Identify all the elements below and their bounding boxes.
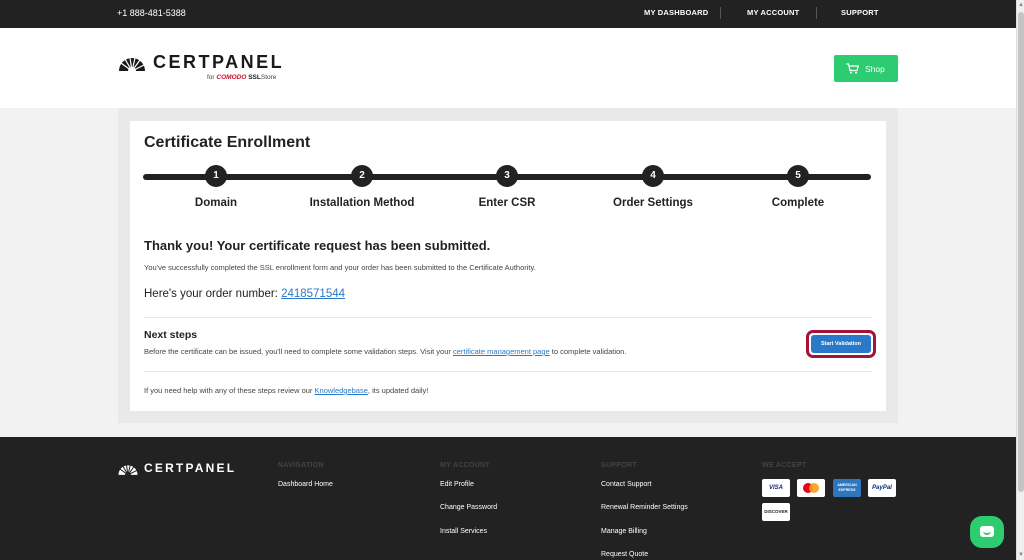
divider: [144, 317, 872, 318]
knowledgebase-link[interactable]: Knowledgebase: [315, 386, 368, 395]
certificate-management-link[interactable]: certificate management page: [453, 347, 550, 356]
footer-account-heading: MY ACCOUNT: [440, 462, 491, 469]
step-5-label: Complete: [771, 197, 825, 209]
step-5-marker: 5: [787, 165, 809, 187]
footer-link-install-services[interactable]: Install Services: [440, 528, 487, 535]
shop-label: Shop: [865, 64, 885, 74]
shopping-cart-icon: [846, 63, 859, 74]
footer-link-manage-billing[interactable]: Manage Billing: [601, 528, 647, 535]
visa-card-icon: VISA: [762, 479, 790, 497]
footer-brand-name: CERTPANEL: [144, 461, 237, 475]
footer-link-contact-support[interactable]: Contact Support: [601, 481, 652, 488]
footer-link-edit-profile[interactable]: Edit Profile: [440, 481, 474, 488]
step-3-label: Enter CSR: [478, 197, 536, 209]
footer-navigation-heading: NAVIGATION: [278, 462, 324, 469]
scroll-up-arrow-icon[interactable]: ▲: [1018, 2, 1024, 8]
help-text: If you need help with any of these steps…: [144, 386, 429, 395]
step-1-label: Domain: [194, 197, 238, 209]
nav-support[interactable]: SUPPORT: [841, 8, 879, 17]
start-validation-button[interactable]: Start Validation: [811, 335, 871, 353]
certpanel-fan-icon: [118, 465, 138, 475]
step-1-marker: 1: [205, 165, 227, 187]
shop-button[interactable]: Shop: [834, 55, 898, 82]
step-4-label: Order Settings: [613, 197, 693, 209]
mastercard-card-icon: [797, 479, 825, 497]
order-number-prefix: Here's your order number:: [144, 288, 282, 300]
footer-support-heading: SUPPORT: [601, 462, 637, 469]
footer-link-renewal-reminder-settings[interactable]: Renewal Reminder Settings: [601, 504, 688, 511]
step-2-marker: 2: [351, 165, 373, 187]
nav-my-account[interactable]: MY ACCOUNT: [747, 8, 799, 17]
nav-separator: [720, 7, 721, 19]
nav-my-dashboard[interactable]: MY DASHBOARD: [644, 8, 708, 17]
phone-number[interactable]: +1 888-481-5388: [117, 8, 186, 18]
site-header: CERTPANEL for COMODO SSLStore Shop: [0, 28, 1016, 108]
next-steps-description: Before the certificate can be issued, yo…: [144, 347, 627, 356]
confirmation-description: You've successfully completed the SSL en…: [144, 263, 536, 272]
scrollbar-thumb[interactable]: [1018, 12, 1024, 492]
step-2-label: Installation Method: [309, 197, 415, 209]
paypal-card-icon: PayPal: [868, 479, 896, 497]
scroll-down-arrow-icon[interactable]: ▼: [1018, 552, 1024, 558]
brand-name: CERTPANEL: [153, 52, 285, 72]
page-title: Certificate Enrollment: [144, 134, 311, 151]
site-footer: [0, 437, 1016, 560]
top-bar: +1 888-481-5388 MY DASHBOARD MY ACCOUNT …: [0, 0, 1016, 28]
certpanel-fan-icon: [119, 57, 145, 71]
footer-link-request-quote[interactable]: Request Quote: [601, 551, 648, 558]
footer-accept-heading: WE ACCEPT: [762, 462, 807, 469]
chat-bubble-icon: [980, 526, 994, 537]
order-number-link[interactable]: 2418571544: [281, 288, 345, 300]
footer-link-change-password[interactable]: Change Password: [440, 504, 497, 511]
step-4-marker: 4: [642, 165, 664, 187]
brand-subtitle: for COMODO SSLStore: [207, 74, 277, 81]
amex-card-icon: AMERICAN EXPRESS: [833, 479, 861, 497]
footer-link-dashboard-home[interactable]: Dashboard Home: [278, 481, 333, 488]
page-scrollbar[interactable]: ▲ ▼: [1016, 0, 1024, 560]
divider: [144, 371, 872, 372]
confirmation-heading: Thank you! Your certificate request has …: [144, 238, 491, 253]
step-3-marker: 3: [496, 165, 518, 187]
discover-card-icon: DISCOVER: [762, 503, 790, 521]
next-steps-heading: Next steps: [144, 329, 198, 341]
order-number-line: Here's your order number: 2418571544: [144, 288, 345, 300]
chat-widget-button[interactable]: [970, 516, 1004, 548]
nav-separator: [816, 7, 817, 19]
